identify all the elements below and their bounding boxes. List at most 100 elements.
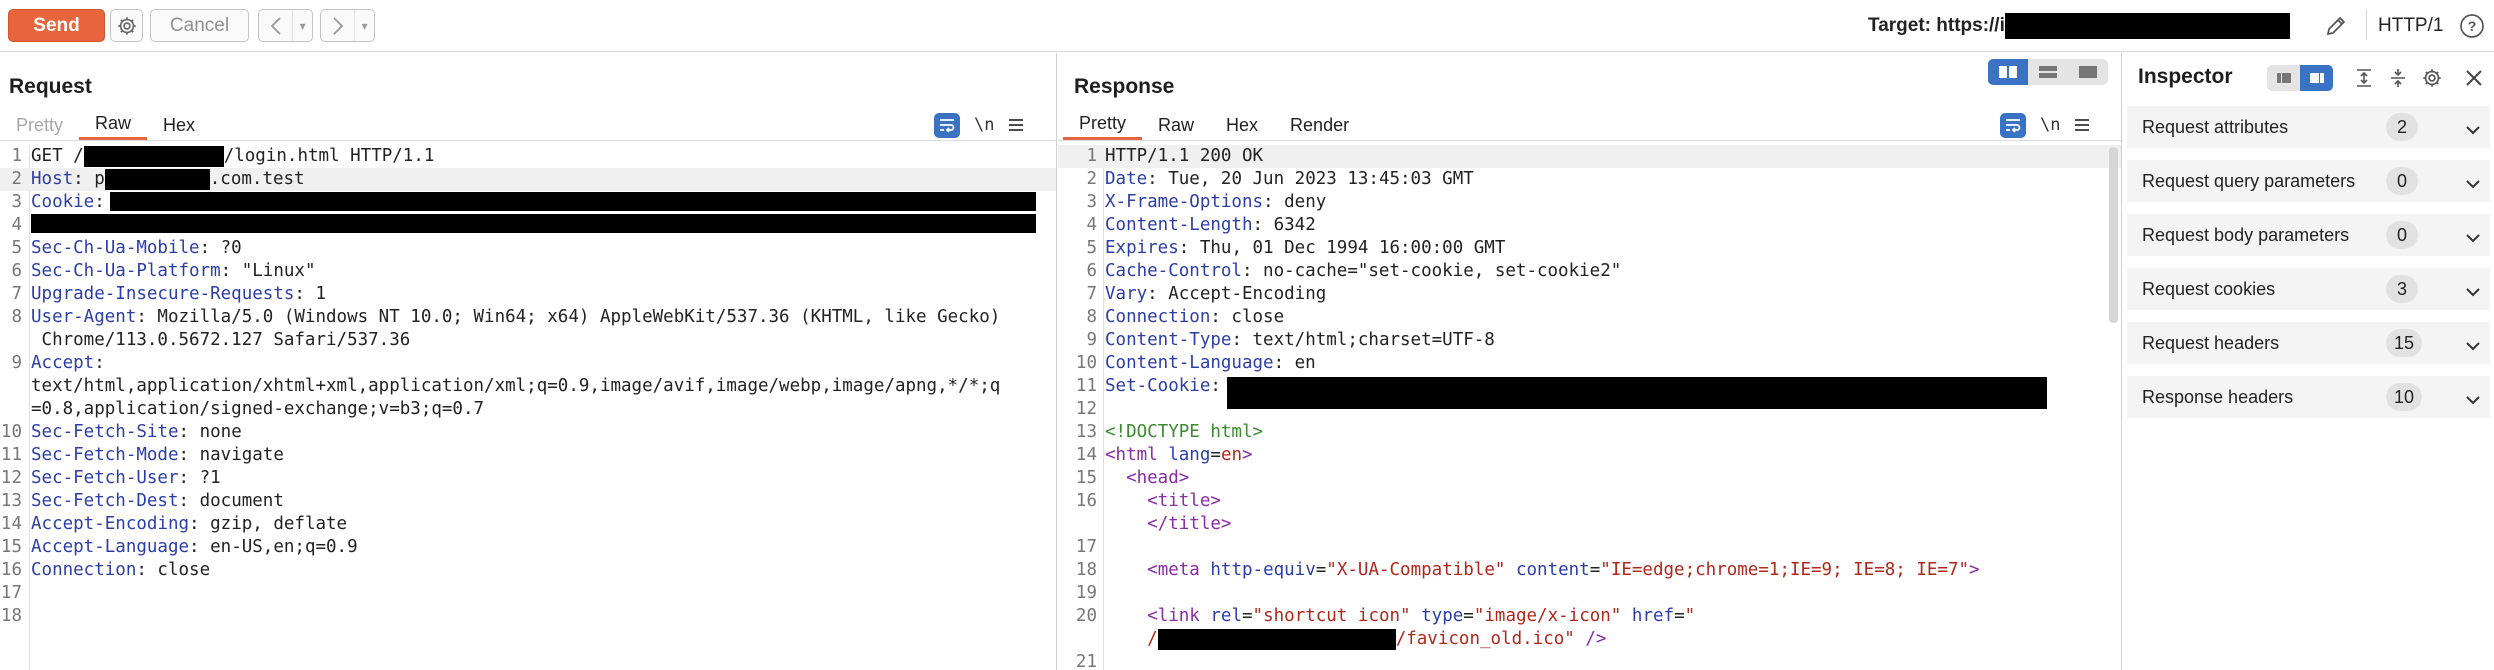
response-editor[interactable]: 1 HTTP/1.1 200 OK 2 Date: Tue, 20 Jun 2023 … <box>1058 145 2121 670</box>
inspector-section[interactable]: Request attributes 2 <box>2127 106 2490 154</box>
response-newline-toggle[interactable]: \n <box>2040 115 2060 135</box>
request-newline-toggle[interactable]: \n <box>974 115 994 135</box>
forward-button-group[interactable]: ▾ <box>320 9 375 42</box>
toolbar-divider <box>2366 10 2367 40</box>
menu-icon[interactable] <box>1008 118 1024 132</box>
code-text: =0.8,application/signed-exchange;v=b3;q=… <box>31 398 484 421</box>
code-text: Sec-Fetch-Site: none <box>31 421 242 444</box>
expand-icon <box>2357 69 2371 87</box>
forward-button[interactable] <box>321 10 354 41</box>
code-line: </title> <box>1058 513 2121 536</box>
code-line: Chrome/113.0.5672.127 Safari/537.36 <box>0 329 1056 352</box>
inspector-section[interactable]: Response headers 10 <box>2127 376 2490 424</box>
code-value: : document <box>178 491 284 511</box>
inspector-section[interactable]: Request body parameters 0 <box>2127 214 2490 262</box>
menu-icon[interactable] <box>2074 118 2090 132</box>
request-tab-hex[interactable]: Hex <box>147 110 211 140</box>
forward-history-dropdown[interactable]: ▾ <box>354 10 374 41</box>
target-host[interactable]: Target: https://i <box>1868 11 2290 41</box>
code-value: HTTP/1.1 200 OK <box>1105 146 1264 166</box>
inspector-layout-list[interactable] <box>2267 65 2300 91</box>
code-token: en <box>1220 445 1243 465</box>
code-line: 3 X-Frame-Options: deny <box>1058 191 2121 214</box>
request-tab-pretty[interactable]: Pretty <box>0 110 79 140</box>
redacted-cookie-value <box>1227 377 2047 409</box>
response-tab-render[interactable]: Render <box>1274 110 1365 140</box>
redacted-block <box>83 145 224 167</box>
line-number: 18 <box>1075 560 1097 580</box>
code-line: 7 Upgrade-Insecure-Requests: 1 <box>0 283 1056 306</box>
cancel-button[interactable]: Cancel <box>150 9 249 42</box>
code-line: 6 Sec-Ch-Ua-Platform: "Linux" <box>0 260 1056 283</box>
code-line: 8 User-Agent: Mozilla/5.0 (Windows NT 10.… <box>0 306 1056 329</box>
edit-target-button[interactable] <box>2320 10 2352 42</box>
chevron-down-icon[interactable] <box>2464 337 2482 355</box>
response-scrollbar[interactable] <box>2109 147 2118 323</box>
line-number: 5 <box>11 238 22 258</box>
settings-button[interactable] <box>110 9 143 42</box>
code-text: / /favicon_old.ico" /> <box>1105 628 1606 651</box>
response-wrap-toggle[interactable] <box>2000 112 2026 138</box>
response-panel: Response Pretty Raw Hex Render \n 1 HTTP/1.1… <box>1058 53 2122 670</box>
side-layout-icon <box>2309 73 2324 83</box>
http-version-selector[interactable]: HTTP/1 <box>2378 11 2443 41</box>
chevron-down-icon[interactable] <box>2464 175 2482 193</box>
inspector-layout-side[interactable] <box>2300 65 2333 91</box>
line-number: 8 <box>1086 307 1097 327</box>
inspector-layout-toggle[interactable] <box>2267 65 2333 91</box>
chevron-down-icon[interactable] <box>2464 283 2482 301</box>
code-line: 19 <box>1058 582 2121 605</box>
line-number: 7 <box>1086 284 1097 304</box>
inspector-title: Inspector <box>2138 65 2233 88</box>
layout-tabs[interactable] <box>2068 59 2108 85</box>
collapse-all-button[interactable] <box>2385 65 2411 91</box>
code-line: 6 Cache-Control: no-cache="set-cookie, se… <box>1058 260 2121 283</box>
inspector-panel: Inspector Request attributes 2 Request que… <box>2123 53 2494 670</box>
code-line: 5 Sec-Ch-Ua-Mobile: ?0 <box>0 237 1056 260</box>
send-button[interactable]: Send <box>8 9 105 42</box>
layout-side-by-side[interactable] <box>1988 59 2028 85</box>
response-tab-hex[interactable]: Hex <box>1210 110 1274 140</box>
code-text: Sec-Fetch-User: ?1 <box>31 467 221 490</box>
request-editor[interactable]: 1 GET / /login.html HTTP/1.1 2 Host: p .com.t… <box>0 145 1056 670</box>
layout-top-bottom[interactable] <box>2028 59 2068 85</box>
section-label: Request body parameters <box>2142 224 2350 245</box>
close-inspector-button[interactable] <box>2461 65 2487 91</box>
code-text: Host: p .com.test <box>31 168 305 191</box>
inspector-section[interactable]: Request cookies 3 <box>2127 268 2490 316</box>
chevron-down-icon[interactable] <box>2464 121 2482 139</box>
layout-toggle[interactable] <box>1988 59 2108 85</box>
code-text: Set-Cookie: <box>1105 375 1221 398</box>
code-line: 10 Sec-Fetch-Site: none <box>0 421 1056 444</box>
code-value: : close <box>136 560 211 580</box>
code-line: 13 Sec-Fetch-Dest: document <box>0 490 1056 513</box>
chevron-down-icon[interactable] <box>2464 391 2482 409</box>
help-button[interactable]: ? <box>2457 11 2487 41</box>
code-text: Sec-Ch-Ua-Platform: "Linux" <box>31 260 315 283</box>
code-text: Vary: Accept-Encoding <box>1105 283 1326 306</box>
code-text: Upgrade-Insecure-Requests: 1 <box>31 283 326 306</box>
code-line: 2 Host: p .com.test <box>0 168 1056 191</box>
inspector-section[interactable]: Request headers 15 <box>2127 322 2490 370</box>
response-tab-pretty[interactable]: Pretty <box>1063 110 1143 140</box>
close-icon <box>2466 70 2482 86</box>
header-name: Accept <box>31 353 95 373</box>
inspector-section[interactable]: Request query parameters 0 <box>2127 160 2490 208</box>
response-tab-raw[interactable]: Raw <box>1142 110 1210 140</box>
code-text: Cache-Control: no-cache="set-cookie, set… <box>1105 260 1621 283</box>
back-button[interactable] <box>259 10 292 41</box>
back-button-group[interactable]: ▾ <box>258 9 313 42</box>
request-tab-raw[interactable]: Raw <box>79 110 148 140</box>
code-text: Content-Language: en <box>1105 352 1316 375</box>
inspector-settings-button[interactable] <box>2419 65 2445 91</box>
chevron-down-icon[interactable] <box>2464 229 2482 247</box>
code-token: lang <box>1168 445 1211 465</box>
expand-all-button[interactable] <box>2351 65 2377 91</box>
line-number: 16 <box>1075 491 1097 511</box>
code-line: 1 HTTP/1.1 200 OK <box>1058 145 2121 168</box>
back-history-dropdown[interactable]: ▾ <box>292 10 312 41</box>
request-wrap-toggle[interactable] <box>934 112 960 138</box>
code-line: 14 Accept-Encoding: gzip, deflate <box>0 513 1056 536</box>
code-line: 9 Accept: <box>0 352 1056 375</box>
